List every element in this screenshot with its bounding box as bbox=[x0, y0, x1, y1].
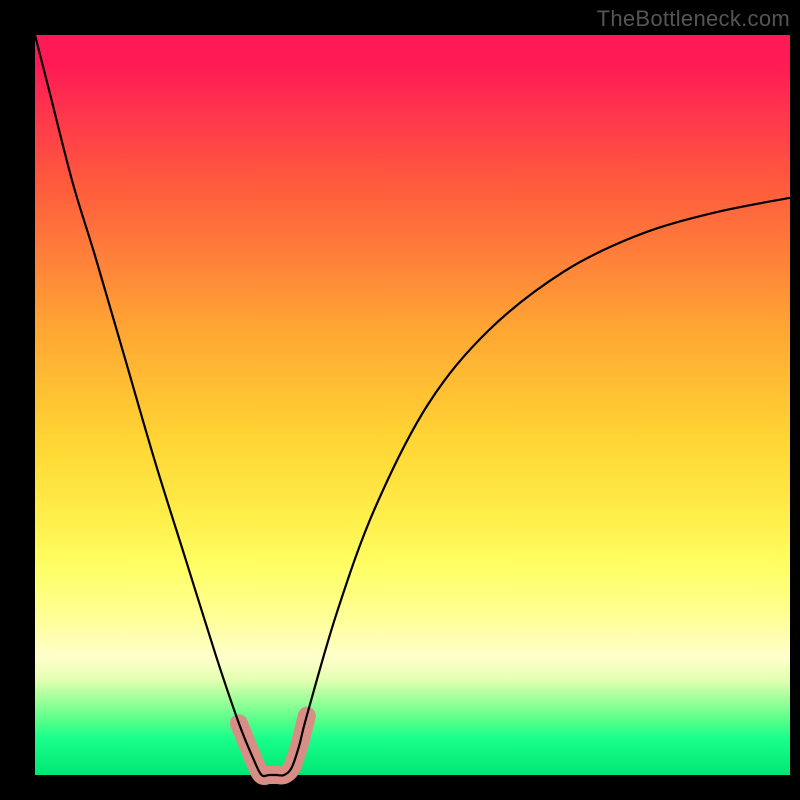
bottleneck-curve bbox=[35, 35, 790, 776]
plot-area bbox=[35, 35, 790, 775]
chart-frame: TheBottleneck.com bbox=[0, 0, 800, 800]
watermark-text: TheBottleneck.com bbox=[597, 6, 790, 32]
optimal-zone-band bbox=[239, 716, 307, 776]
curve-layer bbox=[35, 35, 790, 775]
